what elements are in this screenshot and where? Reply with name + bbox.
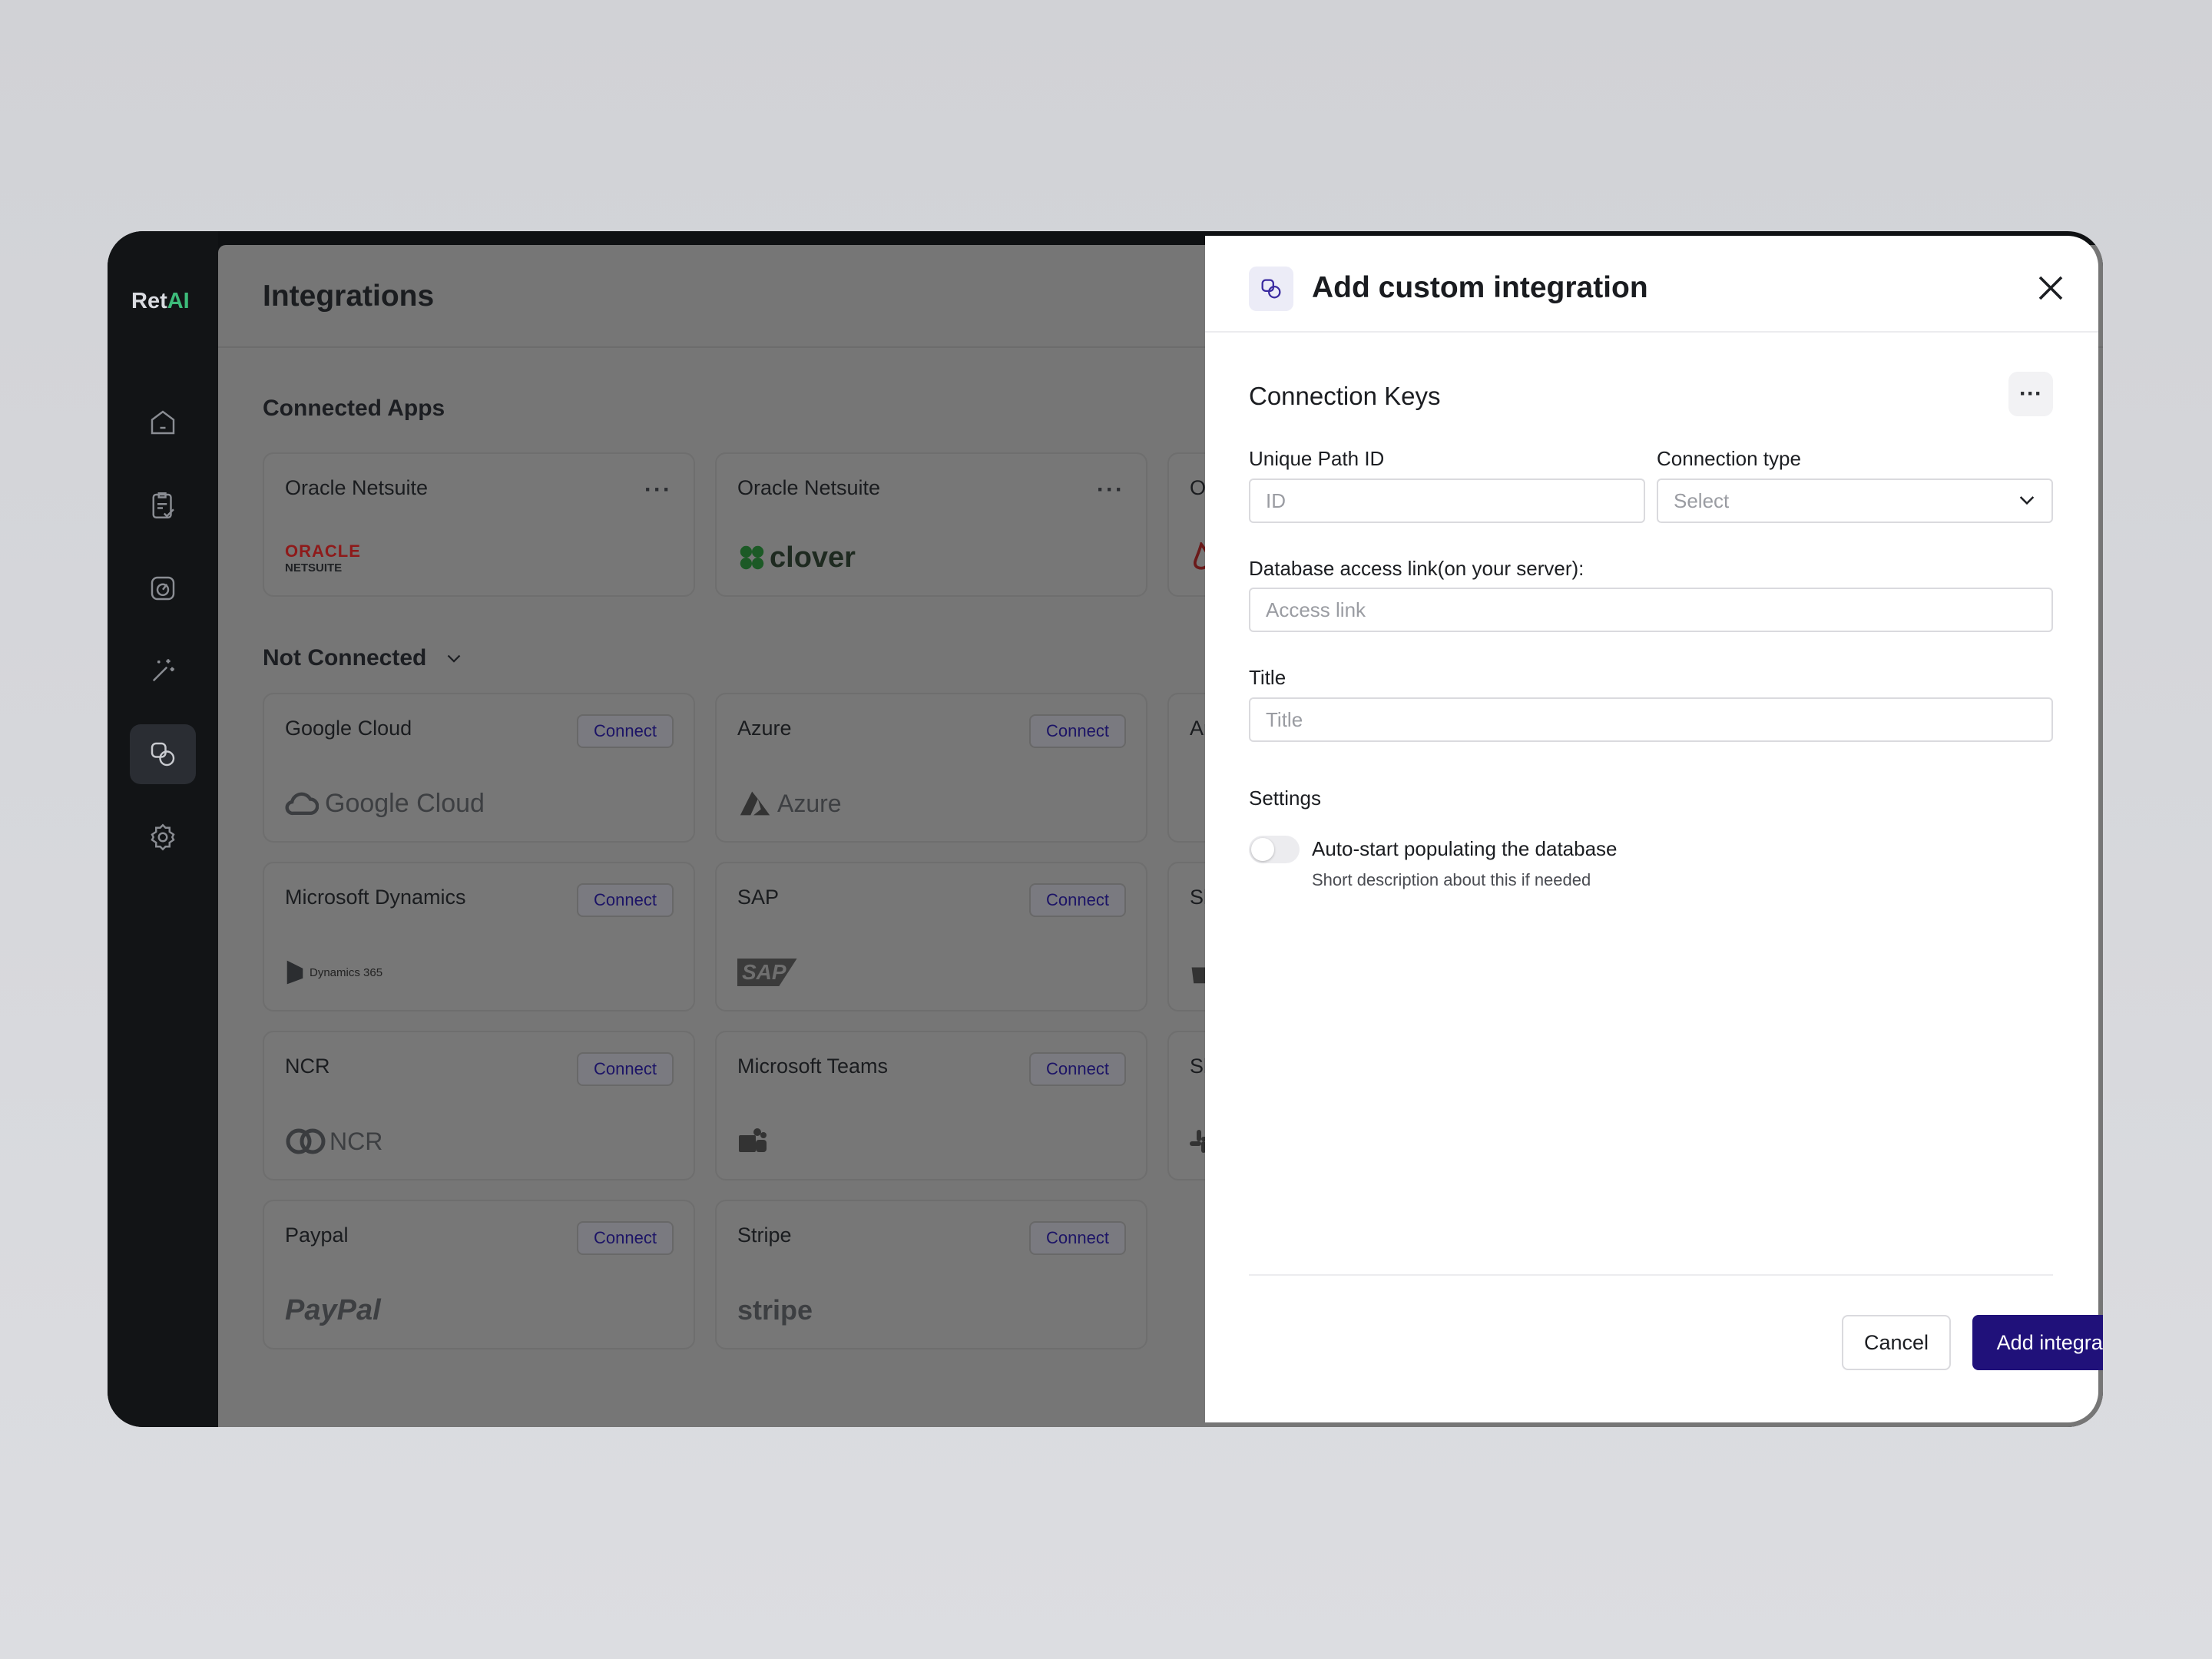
connect-button[interactable]: Connect xyxy=(1029,1221,1126,1255)
home-icon xyxy=(151,410,175,435)
connect-button[interactable]: Connect xyxy=(1029,1052,1126,1086)
connected-card-clover[interactable]: Oracle Netsuite ··· clover xyxy=(715,452,1147,597)
connect-button[interactable]: Connect xyxy=(577,1221,674,1255)
more-options-icon[interactable]: ··· xyxy=(644,477,672,503)
paypal-logo: PayPal xyxy=(285,1293,381,1326)
app-window: RetAI Integrations Connected Apps Oracle… xyxy=(108,231,2103,1427)
more-horizontal-icon: ··· xyxy=(2019,381,2042,406)
toggle-description: Short description about this if needed xyxy=(1312,870,1591,889)
settings-label: Settings xyxy=(1249,786,1321,810)
chevron-down-icon xyxy=(2019,496,2035,505)
connect-button[interactable]: Connect xyxy=(577,1052,674,1086)
magic-wand-icon xyxy=(152,659,174,682)
azure-logo: Azure xyxy=(737,786,842,821)
add-integration-drawer: Add custom integration Connection Keys ·… xyxy=(1205,236,2103,1422)
add-integration-button[interactable]: Add integration xyxy=(1972,1315,2103,1370)
auto-start-toggle[interactable] xyxy=(1249,836,1300,863)
cloud-icon xyxy=(285,792,319,816)
card-microsoft-teams: Microsoft Teams Connect xyxy=(715,1031,1147,1181)
toggle-knob xyxy=(1251,838,1274,861)
google-cloud-logo: Google Cloud xyxy=(285,786,485,821)
card-stripe: Stripe Connect stripe xyxy=(715,1200,1147,1349)
integration-icon xyxy=(1249,267,1293,311)
stripe-logo: stripe xyxy=(737,1294,813,1326)
card-paypal: Paypal Connect PayPal xyxy=(263,1200,695,1349)
page-title: Integrations xyxy=(263,280,435,313)
nav-home[interactable] xyxy=(130,392,196,452)
connected-apps-title: Connected Apps xyxy=(263,396,445,421)
db-link-input[interactable]: Access link xyxy=(1249,588,2053,632)
title-label: Title xyxy=(1249,666,1286,689)
card-google-cloud: Google Cloud Connect Google Cloud xyxy=(263,693,695,843)
more-options-button[interactable]: ··· xyxy=(2008,372,2053,416)
teams-logo xyxy=(737,1124,768,1159)
connect-button[interactable]: Connect xyxy=(577,714,674,748)
card-microsoft-dynamics: Microsoft Dynamics Connect Dynamics 365 xyxy=(263,862,695,1012)
card-ncr: NCR Connect NCR xyxy=(263,1031,695,1181)
nav-tasks[interactable] xyxy=(130,475,196,535)
drawer-header: Add custom integration xyxy=(1205,236,2098,333)
gauge-icon xyxy=(151,576,175,601)
clover-leaf-icon xyxy=(740,545,764,570)
nav-dashboard[interactable] xyxy=(130,558,196,618)
footer-divider xyxy=(1249,1274,2053,1276)
connection-type-label: Connection type xyxy=(1657,447,1801,470)
toggle-label: Auto-start populating the database xyxy=(1312,837,1618,860)
nav-settings[interactable] xyxy=(130,807,196,867)
sidebar: RetAI xyxy=(108,231,218,1427)
chevron-down-icon xyxy=(447,654,460,663)
azure-a-icon xyxy=(740,791,770,816)
integrations-icon xyxy=(151,742,175,767)
connect-button[interactable]: Connect xyxy=(1029,714,1126,748)
card-azure: Azure Connect Azure xyxy=(715,693,1147,843)
nav-integrations[interactable] xyxy=(130,724,196,784)
connection-type-select[interactable]: Select xyxy=(1657,478,2053,523)
ncr-logo: NCR xyxy=(285,1124,382,1159)
clipboard-check-icon xyxy=(152,492,174,518)
connected-card-oracle-netsuite[interactable]: Oracle Netsuite ··· ORACLE NETSUITE xyxy=(263,452,695,597)
title-input[interactable]: Title xyxy=(1249,697,2053,742)
connect-button[interactable]: Connect xyxy=(1029,883,1126,917)
ncr-rings-icon xyxy=(286,1128,326,1154)
more-options-icon[interactable]: ··· xyxy=(1097,477,1124,503)
section-title: Connection Keys xyxy=(1249,382,1441,410)
brand-logo: RetAI xyxy=(131,289,190,313)
nav-magic[interactable] xyxy=(130,641,196,701)
db-link-label: Database access link(on your server): xyxy=(1249,557,1584,580)
card-sap: SAP Connect SAP xyxy=(715,862,1147,1012)
not-connected-title[interactable]: Not Connected xyxy=(263,645,461,671)
close-icon[interactable] xyxy=(2035,273,2066,303)
sap-logo: SAP xyxy=(737,955,797,990)
cancel-button[interactable]: Cancel xyxy=(1842,1315,1951,1370)
clover-logo: clover xyxy=(737,540,856,575)
dynamics-365-logo: Dynamics 365 xyxy=(285,955,382,990)
oracle-netsuite-logo: ORACLE NETSUITE xyxy=(285,541,361,575)
drawer-title: Add custom integration xyxy=(1312,271,1648,304)
path-id-input[interactable]: ID xyxy=(1249,478,1645,523)
connect-button[interactable]: Connect xyxy=(577,883,674,917)
dynamics-icon xyxy=(286,960,303,985)
path-id-label: Unique Path ID xyxy=(1249,447,1385,470)
settings-gear-icon xyxy=(151,823,175,851)
teams-icon xyxy=(739,1128,767,1152)
